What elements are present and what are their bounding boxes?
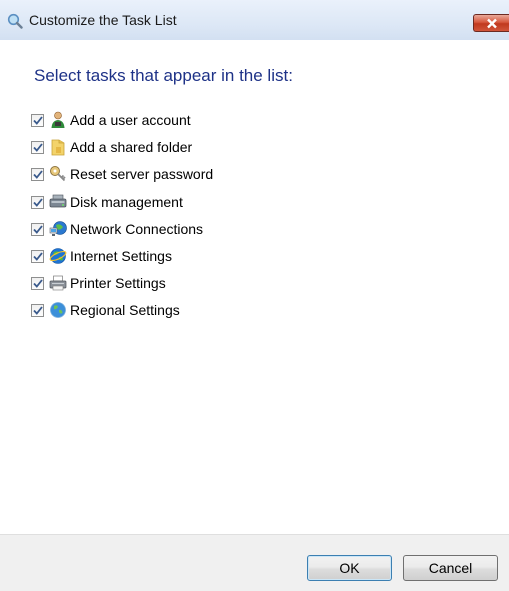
task-item-internet-settings[interactable]: Internet Settings bbox=[31, 247, 213, 276]
search-icon bbox=[7, 13, 23, 29]
task-label: Add a shared folder bbox=[70, 139, 193, 156]
folder-icon bbox=[49, 138, 67, 156]
dialog-footer: OK Cancel bbox=[0, 534, 509, 591]
task-label: Internet Settings bbox=[70, 247, 172, 264]
task-label: Disk management bbox=[70, 193, 183, 210]
task-item-reset-server-password[interactable]: Reset server password bbox=[31, 165, 214, 194]
customize-task-list-dialog: Customize the Task List Select tasks tha… bbox=[0, 0, 509, 591]
cancel-button[interactable]: Cancel bbox=[403, 555, 498, 581]
task-item-printer-settings[interactable]: Printer Settings bbox=[31, 276, 213, 303]
ok-button[interactable]: OK bbox=[307, 555, 392, 581]
close-button[interactable] bbox=[473, 14, 509, 32]
key-icon bbox=[49, 165, 67, 183]
task-label: Regional Settings bbox=[70, 302, 180, 319]
close-icon bbox=[487, 18, 497, 29]
task-checkbox[interactable] bbox=[31, 141, 44, 155]
globe-icon bbox=[49, 247, 67, 265]
task-checkbox[interactable] bbox=[31, 304, 44, 318]
title-bar[interactable]: Customize the Task List bbox=[0, 0, 509, 40]
task-checkbox[interactable] bbox=[31, 114, 44, 127]
task-label: Network Connections bbox=[70, 220, 204, 237]
disk-icon bbox=[49, 193, 67, 211]
task-label: Reset server password bbox=[70, 166, 214, 183]
task-item-network-connections[interactable]: Network Connections bbox=[31, 220, 213, 249]
regional-globe-icon bbox=[49, 301, 67, 319]
task-item-add-user-account[interactable]: Add a user account bbox=[31, 111, 213, 140]
task-item-disk-management[interactable]: Disk management bbox=[31, 193, 213, 222]
page-heading: Select tasks that appear in the list: bbox=[34, 66, 293, 85]
task-checkbox[interactable] bbox=[31, 195, 44, 209]
user-icon bbox=[49, 111, 67, 129]
task-checkbox[interactable] bbox=[31, 249, 44, 263]
printer-icon bbox=[49, 274, 67, 292]
task-item-regional-settings[interactable]: Regional Settings bbox=[31, 301, 213, 330]
window-title: Customize the Task List bbox=[29, 12, 177, 28]
task-item-add-shared-folder[interactable]: Add a shared folder bbox=[31, 140, 213, 167]
network-icon bbox=[49, 220, 67, 238]
task-label: Add a user account bbox=[70, 112, 191, 128]
task-checkbox[interactable] bbox=[31, 222, 44, 236]
task-checkbox[interactable] bbox=[31, 277, 44, 291]
task-label: Printer Settings bbox=[70, 275, 166, 292]
task-checkbox[interactable] bbox=[31, 168, 44, 182]
task-list: Add a user account Add a shared folder R… bbox=[31, 111, 214, 331]
